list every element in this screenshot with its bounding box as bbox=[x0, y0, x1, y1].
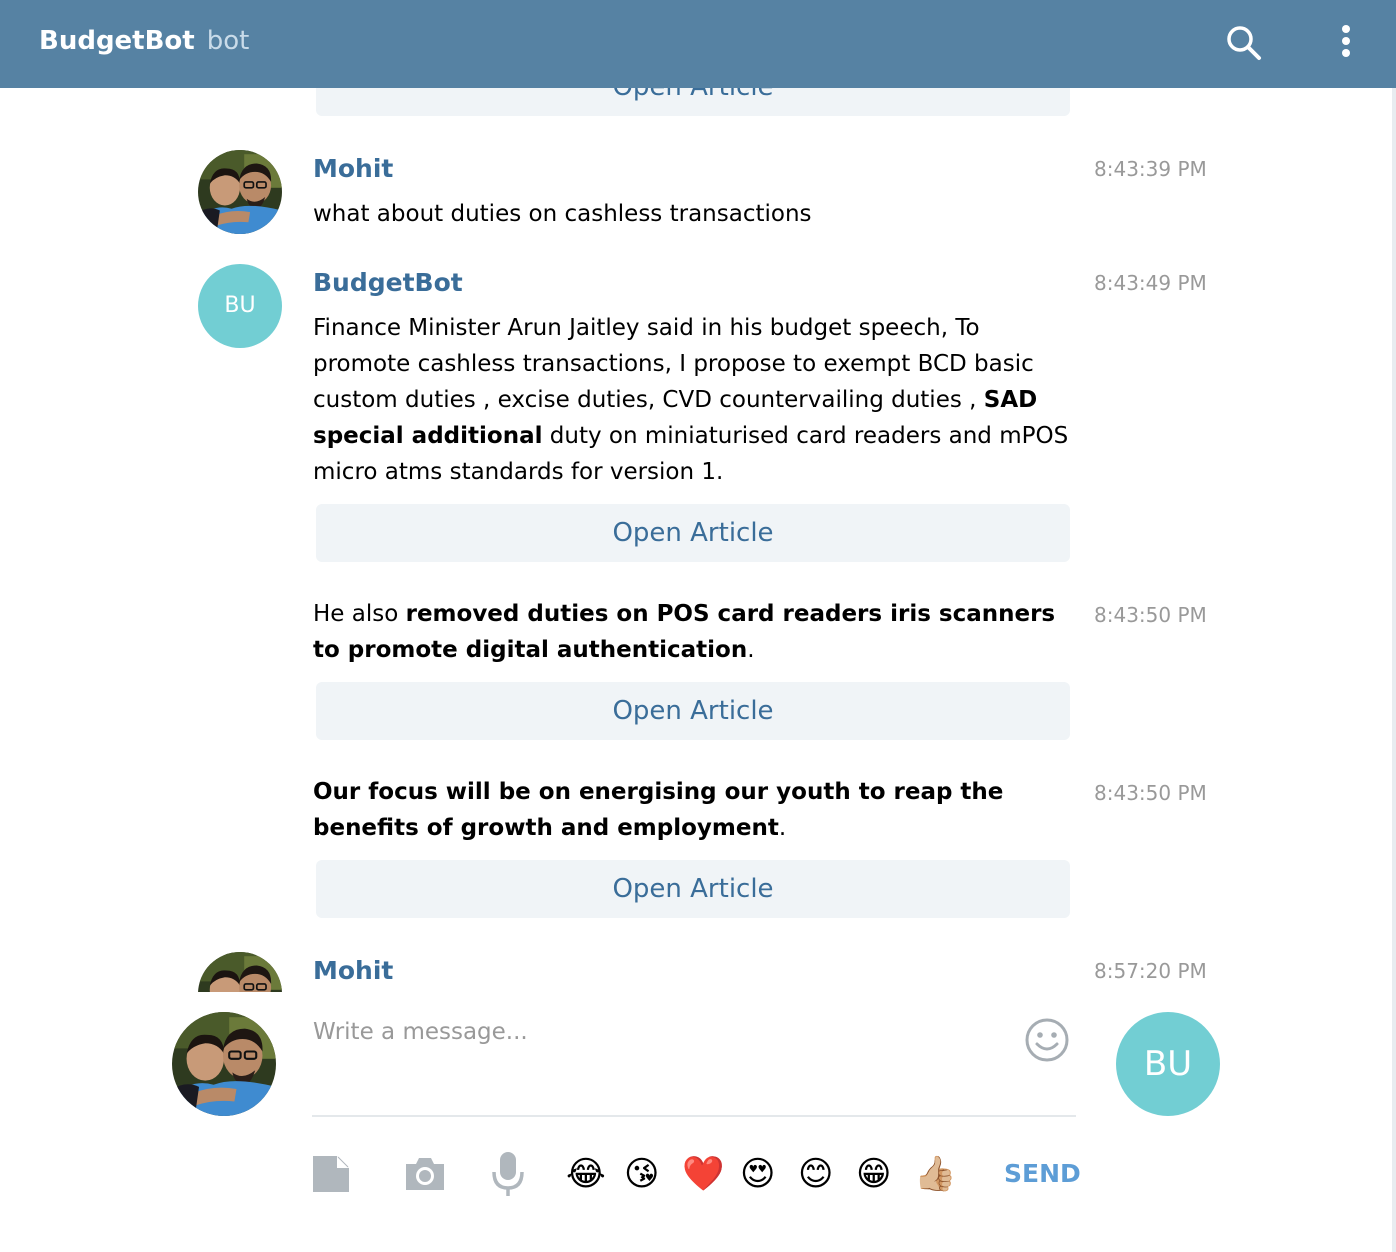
message-input[interactable] bbox=[313, 1010, 1013, 1054]
open-article-button[interactable]: Open Article bbox=[316, 504, 1070, 562]
emoji-thumbs-up[interactable]: 👍🏼 bbox=[914, 1152, 956, 1196]
message-text-part: He also bbox=[313, 601, 406, 627]
file-icon[interactable] bbox=[311, 1150, 351, 1198]
open-article-button[interactable]: Open Article bbox=[316, 860, 1070, 918]
message-text: Finance Minister Arun Jaitley said in hi… bbox=[313, 310, 1073, 490]
chat-header: BudgetBot bot bbox=[0, 0, 1396, 88]
message-history[interactable]: Open Article Mohit 8:43:39 PM what about… bbox=[0, 88, 1392, 992]
peer-avatar[interactable]: BU bbox=[1116, 1012, 1220, 1116]
emoji-picker-icon[interactable] bbox=[1024, 1017, 1070, 1063]
avatar[interactable]: BU bbox=[198, 264, 282, 348]
peer-type: bot bbox=[206, 26, 250, 56]
microphone-icon[interactable] bbox=[490, 1150, 526, 1202]
emoji-red-heart[interactable]: ❤️ bbox=[682, 1152, 724, 1196]
message-text: He also removed duties on POS card reade… bbox=[313, 596, 1073, 668]
composer-divider bbox=[312, 1115, 1076, 1117]
peer-name: BudgetBot bbox=[39, 26, 195, 56]
message-time: 8:43:49 PM bbox=[1094, 271, 1207, 295]
message-text: what about duties on cashless transactio… bbox=[313, 201, 812, 227]
emoji-blowing-kiss[interactable]: 😘 bbox=[624, 1152, 659, 1196]
avatar[interactable] bbox=[198, 150, 282, 234]
message-text-part: . bbox=[778, 815, 787, 841]
emoji-tears-of-joy[interactable]: 😂 bbox=[566, 1152, 606, 1196]
avatar[interactable] bbox=[198, 952, 282, 992]
open-article-button[interactable]: Open Article bbox=[316, 88, 1070, 116]
message-author[interactable]: Mohit bbox=[313, 956, 393, 986]
emoji-heart-eyes[interactable]: 😍 bbox=[740, 1152, 775, 1196]
scrollbar-track[interactable] bbox=[1392, 88, 1396, 1252]
emoji-grinning[interactable]: 😁 bbox=[856, 1152, 891, 1196]
message-text-part: Finance Minister Arun Jaitley said in hi… bbox=[313, 315, 1034, 413]
my-avatar[interactable] bbox=[172, 1012, 276, 1116]
more-vertical-icon[interactable] bbox=[1334, 24, 1358, 64]
message-time: 8:43:50 PM bbox=[1094, 781, 1207, 805]
message-author[interactable]: Mohit bbox=[313, 154, 393, 184]
send-button[interactable]: SEND bbox=[1004, 1158, 1081, 1190]
message-time: 8:57:20 PM bbox=[1094, 959, 1207, 983]
message-text-bold: removed duties on POS card readers iris … bbox=[313, 601, 1056, 663]
emoji-smiling[interactable]: 😊 bbox=[798, 1152, 833, 1196]
message-text: Our focus will be on energising our yout… bbox=[313, 774, 1013, 846]
message-text-part: . bbox=[747, 637, 755, 663]
message-text-bold: Our focus will be on energising our yout… bbox=[313, 779, 1004, 841]
chat-title[interactable]: BudgetBot bot bbox=[39, 26, 249, 56]
search-icon[interactable] bbox=[1224, 23, 1264, 63]
message-time: 8:43:39 PM bbox=[1094, 157, 1207, 181]
message-time: 8:43:50 PM bbox=[1094, 603, 1207, 627]
open-article-button[interactable]: Open Article bbox=[316, 682, 1070, 740]
message-author[interactable]: BudgetBot bbox=[313, 268, 463, 298]
camera-icon[interactable] bbox=[402, 1150, 448, 1198]
